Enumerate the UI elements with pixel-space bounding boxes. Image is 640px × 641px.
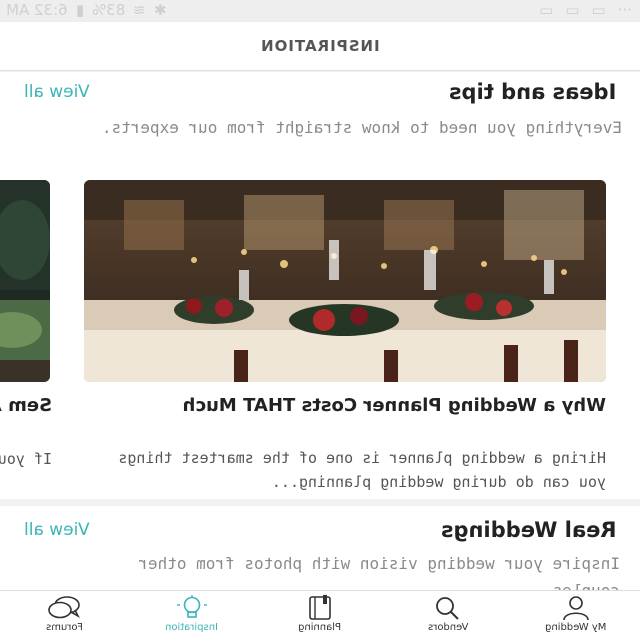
battery-percent: 83%: [91, 1, 126, 19]
article-title-text: Sem Attir: [0, 395, 52, 416]
notification-icon: ▭: [565, 1, 580, 19]
article-desc-text: If you you'r: [0, 450, 52, 468]
article-desc-partial: If you you'r: [0, 448, 52, 470]
section-description: Everything you need to know straight fro…: [101, 118, 622, 137]
status-bar: 6:32 AM ▮ 83% ≋ ✱ ▭ ▭ ▭ ···: [0, 0, 640, 22]
article-image[interactable]: [84, 180, 606, 382]
reception-photo: [84, 180, 606, 382]
article-title[interactable]: Why a Wedding Planner Costs THAT Much: [86, 394, 606, 418]
nav-label: Inspiration: [165, 622, 219, 633]
page-title: INSPIRATION: [260, 37, 380, 55]
garden-photo: [0, 180, 50, 382]
view-all-label: View all: [24, 82, 90, 102]
search-icon: [436, 597, 459, 620]
wifi-icon: ≋: [133, 1, 146, 19]
ideas-section: Ideas and tips View all Everything you n…: [0, 72, 640, 499]
person-icon: [563, 596, 589, 621]
article-image-partial[interactable]: [0, 180, 50, 382]
nav-inspiration[interactable]: Inspiration: [128, 591, 256, 641]
section-title-text: Real Weddings: [440, 518, 617, 542]
nav-vendors[interactable]: Vendors: [384, 591, 512, 641]
view-all-link[interactable]: View all: [24, 82, 90, 102]
section-title: Real Weddings: [441, 518, 617, 542]
bottom-navigation: Forums Inspiration Planning Vendors My W…: [0, 590, 640, 641]
view-all-link[interactable]: View all: [24, 520, 90, 540]
section-title: Ideas and tips: [449, 80, 616, 104]
bluetooth-icon: ✱: [153, 1, 167, 19]
nav-label: My Wedding: [545, 622, 607, 633]
view-all-label: View all: [24, 520, 90, 540]
overflow-dots-icon: ···: [617, 1, 632, 19]
lightbulb-icon: [177, 595, 207, 618]
notification-icon: ▭: [539, 1, 554, 19]
nav-label: Planning: [298, 622, 342, 633]
app-header: INSPIRATION: [0, 22, 640, 71]
battery-icon: ▮: [75, 1, 84, 19]
section-title-text: Ideas and tips: [448, 80, 616, 104]
chat-bubbles-icon: [48, 596, 80, 619]
nav-label: Forums: [45, 622, 83, 633]
status-time: 6:32 AM: [6, 1, 68, 19]
article-description: Hiring a wedding planner is one of the s…: [118, 449, 606, 491]
notebook-icon: [309, 595, 331, 620]
article-title-partial[interactable]: Sem Attir: [0, 394, 52, 418]
real-weddings-section: Real Weddings View all Inspire your wedd…: [0, 506, 640, 596]
nav-planning[interactable]: Planning: [256, 591, 384, 641]
nav-my-wedding[interactable]: My Wedding: [512, 591, 640, 641]
nav-label: Vendors: [427, 622, 469, 633]
notification-icon: ▭: [591, 1, 606, 19]
nav-forums[interactable]: Forums: [0, 591, 128, 641]
